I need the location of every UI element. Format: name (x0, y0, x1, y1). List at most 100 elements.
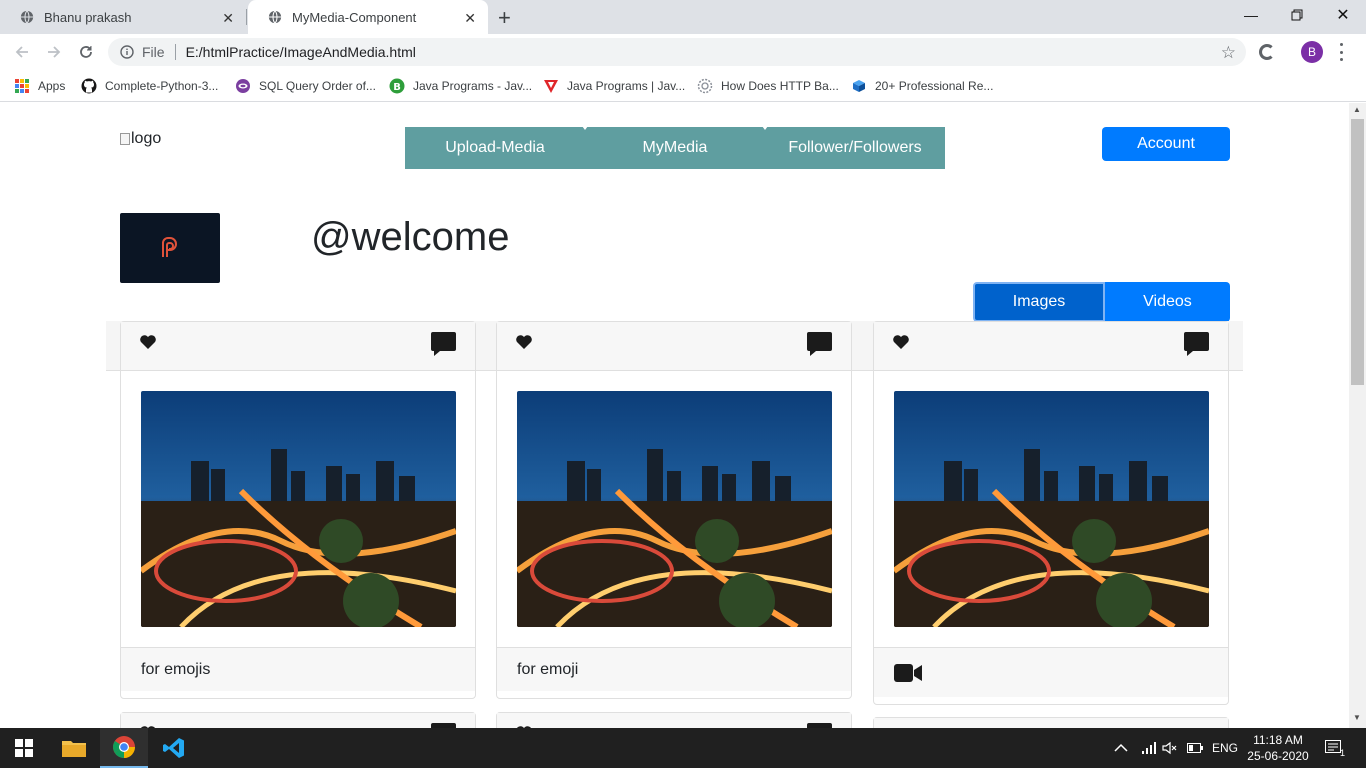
card-header (874, 718, 1228, 728)
restore-button[interactable] (1274, 0, 1320, 30)
start-button[interactable] (0, 728, 48, 768)
media-card (120, 712, 476, 728)
bookmark-label: SQL Query Order of... (259, 79, 376, 93)
show-hidden-icons[interactable] (1114, 728, 1128, 768)
city-night-photo[interactable] (141, 391, 456, 627)
battery-icon (1187, 743, 1203, 753)
bookmark-java-programs-1[interactable]: B Java Programs - Jav... (389, 76, 532, 96)
tab-title: Bhanu prakash (44, 9, 132, 25)
account-button[interactable]: Account (1102, 127, 1230, 161)
browser-menu-icon[interactable] (1340, 43, 1344, 61)
comment-icon[interactable] (431, 332, 456, 356)
close-tab-icon[interactable]: ✕ (222, 10, 234, 27)
close-tab-icon[interactable]: ✕ (464, 10, 476, 27)
chrome-icon (113, 736, 135, 758)
blue-cube-icon (851, 78, 867, 94)
bookmark-star-icon[interactable]: ☆ (1221, 43, 1236, 63)
video-camera-icon[interactable] (894, 663, 922, 682)
city-night-photo[interactable] (894, 391, 1209, 627)
windows-logo-icon (15, 739, 33, 757)
brand-logo-icon (162, 237, 177, 257)
page-viewport: logo Upload-Media MyMedia Follower/Follo… (0, 103, 1349, 728)
scroll-up-icon[interactable]: ▲ (1353, 105, 1361, 114)
heart-icon[interactable] (139, 334, 157, 350)
card-caption: for emojis (141, 660, 211, 678)
welcome-heading: @welcome (311, 215, 510, 259)
bookmark-apps[interactable]: Apps (14, 76, 65, 96)
bookmark-java-programs-2[interactable]: Java Programs | Jav... (543, 76, 685, 96)
windows-taskbar: ENG 11:18 AM 25-06-2020 1 (0, 728, 1366, 768)
nav-label: Follower/Followers (788, 139, 922, 156)
bookmark-label: Java Programs | Jav... (567, 79, 686, 93)
divider (174, 44, 176, 60)
nav-label: Upload-Media (445, 139, 545, 156)
system-clock[interactable]: 11:18 AM 25-06-2020 (1238, 732, 1318, 764)
clock-date: 25-06-2020 (1247, 749, 1309, 763)
chrome-button[interactable] (100, 728, 148, 768)
card-header (121, 322, 475, 371)
bookmark-label: Complete-Python-3... (105, 79, 219, 93)
reload-icon (80, 46, 92, 58)
comment-icon[interactable] (1184, 332, 1209, 356)
network-tray[interactable] (1140, 728, 1156, 768)
url-text[interactable]: E:/htmlPractice/ImageAndMedia.html (186, 44, 416, 60)
card-header (497, 713, 851, 728)
tab-title: MyMedia-Component (292, 9, 417, 25)
arrow-right-icon (48, 46, 61, 58)
chevron-up-icon (1114, 743, 1128, 752)
heart-icon[interactable] (515, 334, 533, 350)
images-button[interactable]: Images (973, 282, 1105, 322)
bookmark-label: Apps (38, 79, 66, 93)
language-indicator[interactable]: ENG (1212, 728, 1238, 768)
folder-icon (62, 741, 86, 757)
battery-tray[interactable] (1187, 728, 1203, 768)
profile-avatar[interactable]: B (1301, 41, 1323, 63)
city-night-photo[interactable] (517, 391, 832, 627)
forward-button[interactable] (42, 40, 66, 64)
tab-bhanu-prakash[interactable]: Bhanu prakash ✕ (0, 0, 246, 34)
gear-globe-icon (697, 78, 713, 94)
globe-icon (268, 10, 282, 24)
heart-icon[interactable] (892, 334, 910, 350)
card-body (497, 371, 851, 647)
vscode-icon (163, 738, 184, 758)
globe-icon (20, 10, 34, 24)
arrow-left-icon (15, 46, 28, 58)
nav-follower-followers[interactable]: Follower/Followers (765, 127, 945, 169)
bookmark-complete-python[interactable]: Complete-Python-3... (81, 76, 218, 96)
clock-time: 11:18 AM (1253, 733, 1303, 747)
file-explorer-button[interactable] (50, 728, 98, 768)
scroll-down-icon[interactable]: ▼ (1353, 713, 1361, 722)
reload-button[interactable] (74, 40, 98, 64)
minimize-button[interactable]: — (1228, 0, 1274, 30)
scroll-thumb[interactable] (1351, 119, 1364, 385)
profile-avatar-image[interactable] (120, 213, 220, 283)
volume-tray[interactable] (1162, 728, 1178, 768)
card-footer: for emoji (497, 647, 851, 691)
nav-mymedia[interactable]: MyMedia (585, 126, 768, 169)
broken-image-icon (120, 133, 130, 145)
media-card (496, 712, 852, 728)
address-bar[interactable]: File E:/htmlPractice/ImageAndMedia.html … (108, 38, 1246, 66)
nav-label: MyMedia (642, 139, 708, 156)
bookmark-sql-query[interactable]: SQL Query Order of... (235, 76, 376, 96)
logo-alt-text: logo (131, 130, 162, 147)
videos-button[interactable]: Videos (1105, 282, 1230, 322)
tab-strip: Bhanu prakash ✕ MyMedia-Component ✕ + — … (0, 0, 1366, 34)
action-center-button[interactable]: 1 (1325, 728, 1345, 768)
vscode-button[interactable] (150, 728, 198, 768)
nav-upload-media[interactable]: Upload-Media (405, 126, 588, 169)
bookmark-how-does-http[interactable]: How Does HTTP Ba... (697, 76, 839, 96)
tab-mymedia-component[interactable]: MyMedia-Component ✕ (248, 0, 488, 34)
close-window-button[interactable]: ✕ (1320, 0, 1366, 30)
bookmark-professional-re[interactable]: 20+ Professional Re... (851, 76, 993, 96)
back-button[interactable] (10, 40, 34, 64)
extension-icon[interactable] (1259, 44, 1275, 60)
scheme-label: File (142, 44, 165, 60)
info-icon[interactable] (120, 45, 134, 59)
notification-count: 1 (1340, 748, 1346, 758)
logo-image[interactable]: logo (120, 130, 161, 148)
new-tab-button[interactable]: + (498, 5, 511, 31)
page-scrollbar[interactable]: ▲ ▼ (1349, 103, 1366, 728)
comment-icon[interactable] (807, 332, 832, 356)
